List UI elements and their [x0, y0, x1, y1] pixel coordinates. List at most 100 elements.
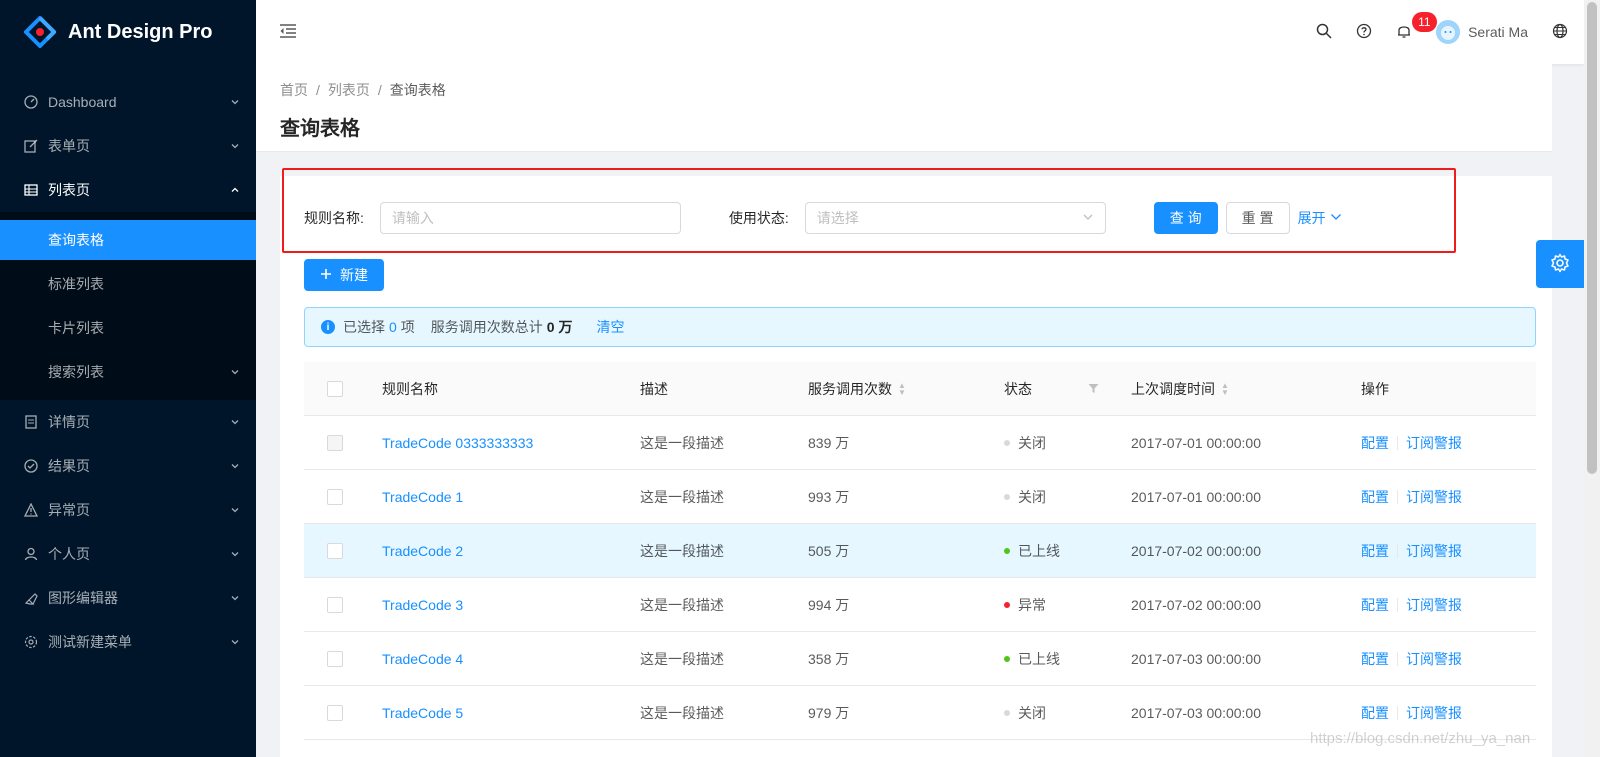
chevron-down-icon: [1082, 210, 1094, 226]
sidebar-item-label: 异常页: [48, 502, 90, 518]
sidebar-item-query-table[interactable]: 查询表格: [0, 220, 256, 260]
info-circle-icon: i: [321, 320, 335, 334]
column-header-calls[interactable]: 服务调用次数 ▲ ▼: [792, 379, 988, 399]
row-checkbox[interactable]: [327, 704, 343, 721]
configure-link[interactable]: 配置: [1361, 541, 1389, 561]
sort-icon[interactable]: ▲ ▼: [1221, 381, 1229, 396]
watermark: https://blog.csdn.net/zhu_ya_nan: [1310, 730, 1531, 747]
plus-icon: [320, 267, 332, 283]
sidebar-item-result[interactable]: 结果页: [0, 444, 256, 488]
expand-link[interactable]: 展开: [1298, 208, 1342, 228]
row-checkbox[interactable]: [327, 488, 343, 505]
alert-unit: 项: [400, 319, 415, 335]
row-checkbox-cell: [304, 488, 366, 505]
subscribe-alert-link[interactable]: 订阅警报: [1406, 595, 1462, 615]
user-menu[interactable]: Serati Ma: [1424, 0, 1540, 64]
rule-name-input[interactable]: 请输入: [379, 202, 681, 234]
row-checkbox[interactable]: [327, 542, 343, 559]
table-icon: [24, 183, 38, 197]
operations-cell: 配置 订阅警报: [1345, 541, 1536, 561]
menu-fold-button[interactable]: [256, 0, 320, 64]
notification-button[interactable]: 11: [1384, 0, 1437, 64]
row-checkbox[interactable]: [327, 596, 343, 613]
global-header: 11 Serati Ma: [256, 0, 1584, 64]
row-checkbox-cell: [304, 542, 366, 559]
sidebar-item-label: 标准列表: [48, 276, 104, 292]
chevron-down-icon: [230, 593, 240, 603]
sidebar-item-profile[interactable]: 详情页: [0, 400, 256, 444]
selected-count: 0: [389, 319, 397, 335]
subscribe-alert-link[interactable]: 订阅警报: [1406, 541, 1462, 561]
row-checkbox-cell: [304, 704, 366, 721]
description-cell: 这是一段描述: [640, 650, 724, 667]
column-header-calls-label: 服务调用次数: [808, 380, 892, 397]
sidebar-item-test-menu[interactable]: 测试新建菜单: [0, 620, 256, 664]
configure-link[interactable]: 配置: [1361, 433, 1389, 453]
reset-button[interactable]: 重 置: [1225, 202, 1290, 234]
sidebar-item-form[interactable]: 表单页: [0, 124, 256, 168]
sidebar-item-standard-list[interactable]: 标准列表: [0, 264, 256, 304]
rule-name-link[interactable]: TradeCode 3: [382, 597, 463, 613]
sidebar-item-dashboard[interactable]: Dashboard: [0, 80, 256, 124]
language-button[interactable]: [1540, 0, 1580, 64]
sidebar-item-exception[interactable]: 异常页: [0, 488, 256, 532]
status-cell: 关闭: [988, 433, 1115, 453]
rule-name-link[interactable]: TradeCode 0333333333: [382, 435, 533, 451]
subscribe-alert-link[interactable]: 订阅警报: [1406, 433, 1462, 453]
description-cell: 这是一段描述: [640, 596, 724, 613]
query-button[interactable]: 查 询: [1153, 202, 1218, 234]
status-text: 关闭: [1018, 704, 1046, 721]
sidebar-item-list[interactable]: 列表页: [0, 168, 256, 212]
configure-link[interactable]: 配置: [1361, 487, 1389, 507]
column-header-time[interactable]: 上次调度时间 ▲ ▼: [1115, 379, 1345, 399]
rule-name-link[interactable]: TradeCode 5: [382, 705, 463, 721]
sidebar-item-search-list[interactable]: 搜索列表: [0, 352, 256, 392]
subscribe-alert-link[interactable]: 订阅警报: [1406, 649, 1462, 669]
status-cell: 已上线: [988, 649, 1115, 669]
ant-logo-icon: [23, 15, 57, 49]
row-checkbox[interactable]: [327, 434, 343, 451]
search-icon: [1316, 23, 1332, 42]
new-rule-button[interactable]: 新建: [304, 259, 384, 291]
status-dot: [1004, 655, 1010, 662]
row-checkbox[interactable]: [327, 650, 343, 667]
logo[interactable]: Ant Design Pro: [0, 0, 256, 64]
configure-link[interactable]: 配置: [1361, 595, 1389, 615]
rule-name-link[interactable]: TradeCode 4: [382, 651, 463, 667]
subscribe-alert-link[interactable]: 订阅警报: [1406, 703, 1462, 723]
operations-cell: 配置 订阅警报: [1345, 649, 1536, 669]
subscribe-alert-link[interactable]: 订阅警报: [1406, 487, 1462, 507]
sidebar-item-label: 表单页: [48, 138, 90, 154]
rule-name-link[interactable]: TradeCode 2: [382, 543, 463, 559]
user-icon: [24, 547, 38, 561]
scrollbar-thumb[interactable]: [1587, 2, 1597, 474]
operations-cell: 配置 订阅警报: [1345, 487, 1536, 507]
configure-link[interactable]: 配置: [1361, 649, 1389, 669]
rule-name-link[interactable]: TradeCode 1: [382, 489, 463, 505]
filter-icon[interactable]: [1088, 381, 1099, 397]
settings-drawer-button[interactable]: [1536, 240, 1584, 288]
table-row: TradeCode 0333333333 这是一段描述 839 万 关闭 2017-07…: [304, 416, 1536, 470]
status-text: 关闭: [1018, 488, 1046, 505]
status-dot: [1004, 547, 1010, 554]
breadcrumb-home[interactable]: 首页: [280, 80, 308, 100]
description-cell: 这是一段描述: [640, 488, 724, 505]
configure-link[interactable]: 配置: [1361, 703, 1389, 723]
sidebar-item-card-list[interactable]: 卡片列表: [0, 308, 256, 348]
sort-icon[interactable]: ▲ ▼: [898, 381, 906, 396]
search-button[interactable]: [1304, 0, 1344, 64]
status-select[interactable]: 请选择: [804, 202, 1106, 234]
sidebar-item-account[interactable]: 个人页: [0, 532, 256, 576]
clear-link[interactable]: 清空: [596, 317, 624, 337]
sidebar-item-label: 列表页: [48, 182, 90, 198]
service-calls-cell: 358 万: [808, 650, 850, 667]
page-header: 首页 / 列表页 / 查询表格 查询表格: [256, 64, 1552, 152]
sidebar-item-editor[interactable]: 图形编辑器: [0, 576, 256, 620]
expand-label: 展开: [1297, 210, 1326, 226]
breadcrumb-list[interactable]: 列表页: [328, 80, 370, 100]
select-all-checkbox[interactable]: [327, 380, 343, 397]
table-row: TradeCode 2 这是一段描述 505 万 已上线 2017-07-02 00:0…: [304, 524, 1536, 578]
user-name: Serati Ma: [1468, 24, 1528, 40]
help-button[interactable]: [1344, 0, 1384, 64]
table-header: 规则名称 描述 服务调用次数 ▲ ▼ 状态 上次调度时间 ▲ ▼ 操作: [304, 362, 1536, 416]
